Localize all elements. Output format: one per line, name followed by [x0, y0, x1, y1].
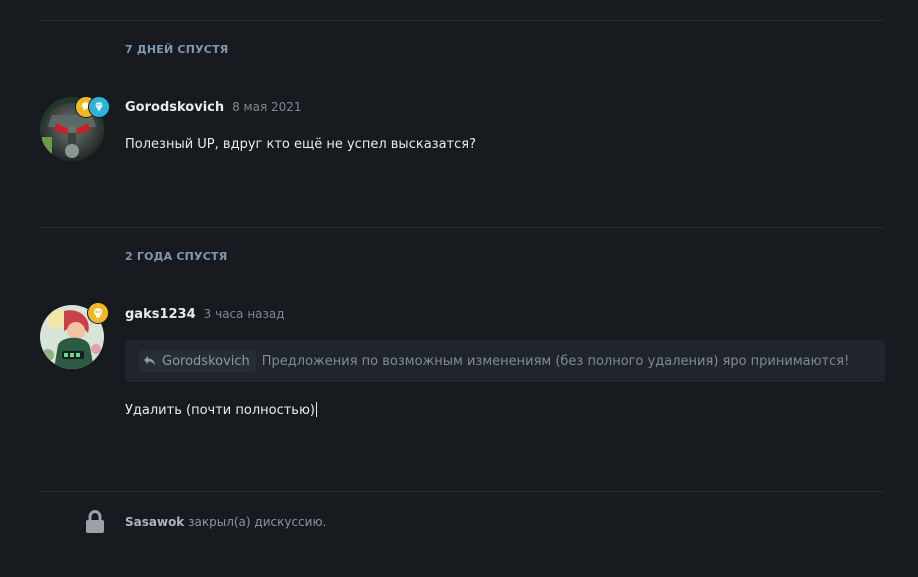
lock-icon	[86, 509, 104, 533]
post-text: Удалить (почти полностью)	[125, 403, 315, 418]
closed-notice: Sasawok закрыл(а) дискуссию.	[125, 515, 326, 529]
time-separator: 7 ДНЕЙ СПУСТЯ	[125, 43, 229, 56]
skull-badge	[87, 302, 109, 324]
author-name[interactable]: Gorodskovich	[125, 100, 224, 115]
closed-notice-text: закрыл(а) дискуссию.	[188, 515, 327, 529]
closed-by-user[interactable]: Sasawok	[125, 515, 184, 529]
post-header: Gorodskovich 8 мая 2021	[125, 100, 302, 115]
diamond-badge	[88, 96, 110, 118]
reply-arrow-icon	[144, 356, 155, 366]
diamond-icon	[95, 102, 103, 112]
reply-quote[interactable]: Gorodskovich Предложения по возможным из…	[125, 340, 885, 382]
divider	[40, 20, 885, 21]
post-text-editable[interactable]: Удалить (почти полностью)	[125, 402, 317, 418]
post-header: gaks1234 3 часа назад	[125, 307, 285, 322]
quote-author-chip[interactable]: Gorodskovich	[139, 350, 256, 372]
post-date[interactable]: 8 мая 2021	[232, 100, 301, 114]
time-separator: 2 ГОДА СПУСТЯ	[125, 250, 228, 263]
post-date[interactable]: 3 часа назад	[204, 307, 285, 321]
quote-author-name: Gorodskovich	[162, 353, 250, 369]
skull-icon	[94, 308, 102, 318]
post-text: Полезный UP, вдруг кто ещё не успел выск…	[125, 137, 476, 152]
divider	[40, 491, 885, 492]
author-name[interactable]: gaks1234	[125, 307, 196, 322]
lock-icon	[84, 509, 106, 538]
divider	[40, 227, 885, 228]
quote-text: Предложения по возможным изменениям (без…	[261, 353, 850, 369]
text-cursor	[315, 402, 317, 417]
discussion-thread: 7 ДНЕЙ СПУСТЯ Gorodskovich 8 мая 2021 По…	[0, 0, 918, 577]
